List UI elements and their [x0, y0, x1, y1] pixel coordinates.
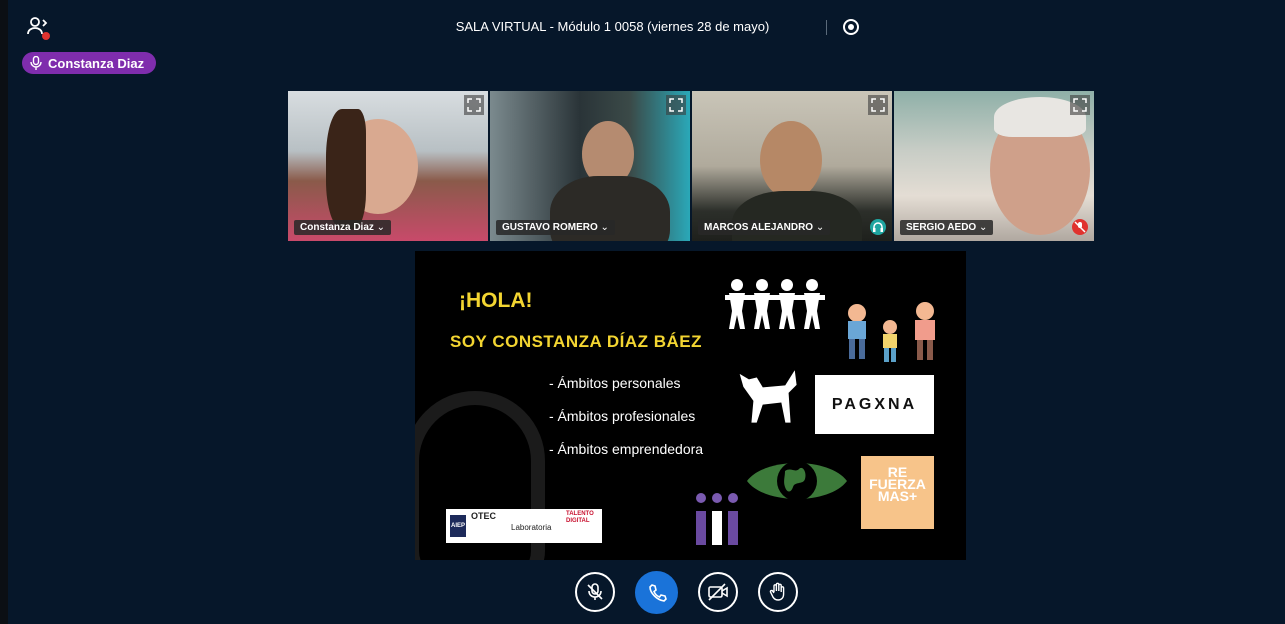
mute-button[interactable] — [575, 572, 615, 612]
webcam-tiles: Constanza Diaz GUSTAVO ROMERO MARCOS ALE… — [288, 91, 1094, 241]
pagina-logo: PAGXNA — [815, 375, 934, 434]
call-controls — [575, 571, 798, 614]
raise-hand-button[interactable] — [758, 572, 798, 612]
talking-indicator[interactable]: Constanza Diaz — [22, 52, 157, 74]
left-edge — [0, 0, 8, 624]
hand-icon — [769, 582, 785, 601]
talento-digital-label: TALENTO DIGITAL — [566, 511, 594, 524]
record-button[interactable] — [843, 19, 859, 35]
video-tile[interactable]: MARCOS ALEJANDRO — [692, 91, 892, 241]
hair — [326, 109, 366, 229]
microphone-icon — [30, 56, 42, 70]
refuerza-logo: RE FUERZA MAS+ — [861, 456, 934, 529]
participant-name[interactable]: SERGIO AEDO — [900, 220, 994, 235]
leave-audio-button[interactable] — [635, 571, 678, 614]
talker-name: Constanza Diaz — [48, 55, 145, 71]
children-illustration-icon — [848, 302, 935, 362]
header-divider — [826, 20, 827, 35]
raised-hands-icon — [696, 493, 738, 545]
fullscreen-icon[interactable] — [868, 95, 888, 115]
laboratoria-label: Laboratoria — [511, 523, 552, 532]
muted-mic-icon — [1072, 219, 1088, 235]
participant-name[interactable]: MARCOS ALEJANDRO — [698, 220, 831, 235]
slide-bullets: - Ámbitos personales - Ámbitos profesion… — [549, 375, 703, 474]
headphones-icon — [870, 219, 886, 235]
video-tile[interactable]: SERGIO AEDO — [894, 91, 1094, 241]
fullscreen-icon[interactable] — [666, 95, 686, 115]
fullscreen-icon[interactable] — [1070, 95, 1090, 115]
bullet-item: - Ámbitos profesionales — [549, 408, 696, 424]
slide-greeting: ¡HOLA! — [459, 289, 533, 312]
eye-globe-icon — [747, 461, 847, 501]
muted-microphone-icon — [587, 583, 603, 600]
phone-icon — [648, 583, 667, 602]
meeting-title: SALA VIRTUAL - Módulo 1 0058 (viernes 28… — [455, 19, 770, 34]
camera-off-icon — [708, 583, 728, 601]
slide-intro: SOY CONSTANZA DÍAZ BÁEZ — [450, 332, 703, 351]
paper-people-icon — [725, 279, 825, 329]
presentation-slide: ¡HOLA! SOY CONSTANZA DÍAZ BÁEZ - Ámbitos… — [415, 251, 966, 560]
otec-logo: AIEP OTEC Laboratoria TALENTO DIGITAL — [446, 509, 602, 543]
origami-dog-icon — [738, 367, 798, 424]
video-tile[interactable]: GUSTAVO ROMERO — [490, 91, 690, 241]
fullscreen-icon[interactable] — [464, 95, 484, 115]
participant-video — [760, 121, 822, 199]
aiep-logo: AIEP — [450, 515, 466, 537]
otec-label: OTEC — [471, 511, 497, 521]
participant-name[interactable]: GUSTAVO ROMERO — [496, 220, 615, 235]
bullet-item: - Ámbitos personales — [549, 375, 681, 391]
video-tile[interactable]: Constanza Diaz — [288, 91, 488, 241]
participant-name[interactable]: Constanza Diaz — [294, 220, 392, 235]
bullet-item: - Ámbitos emprendedora — [549, 441, 704, 457]
camera-button[interactable] — [698, 572, 738, 612]
